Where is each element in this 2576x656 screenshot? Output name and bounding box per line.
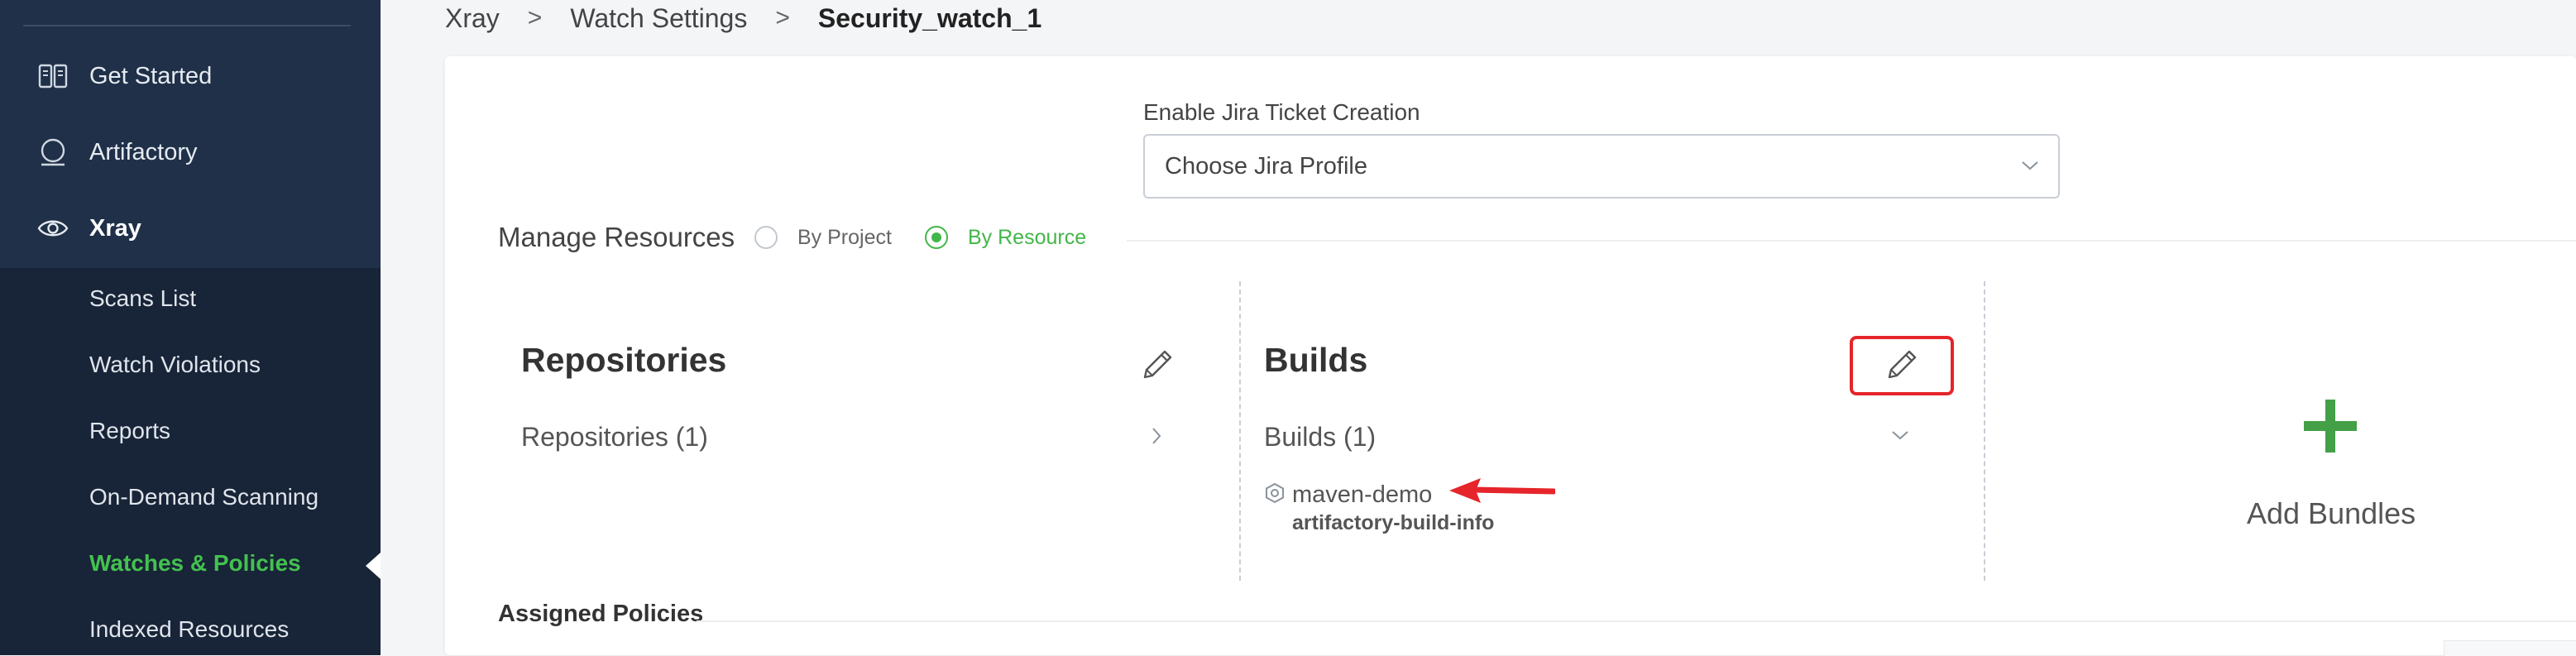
page-title: Security_watch_1: [817, 2, 1042, 33]
breadcrumb: Xray > Watch Settings > Security_watch_1: [445, 0, 1041, 36]
xray-submenu: [0, 268, 381, 655]
book-icon: [36, 60, 69, 93]
sidebar-item-label: Xray: [89, 214, 141, 242]
chevron-right-icon[interactable]: [1148, 425, 1165, 451]
manage-resources-label: Manage Resources: [498, 222, 735, 252]
radio-by-project[interactable]: [754, 226, 778, 249]
repositories-count[interactable]: Repositories (1): [521, 422, 708, 452]
sidebar-item-label: Artifactory: [89, 138, 198, 165]
chevron-down-icon: [2020, 156, 2040, 180]
radio-by-resource[interactable]: [925, 226, 948, 249]
sidebar-subitem-watch-violations[interactable]: Watch Violations: [89, 352, 261, 378]
sidebar-subitem-on-demand-scanning[interactable]: On-Demand Scanning: [89, 484, 318, 510]
breadcrumb-xray[interactable]: Xray: [445, 3, 500, 34]
sidebar-item-xray[interactable]: Xray: [0, 195, 381, 261]
add-bundles-plus-icon[interactable]: [2301, 397, 2359, 459]
chevron-down-icon[interactable]: [1889, 427, 1911, 448]
divider: [1127, 240, 2576, 242]
radio-by-project-label[interactable]: By Project: [797, 226, 892, 250]
breadcrumb-watch-settings[interactable]: Watch Settings: [570, 3, 747, 34]
highlight-annotation: [1850, 336, 1954, 395]
sidebar-item-artifactory[interactable]: Artifactory: [0, 119, 381, 185]
add-bundles-button[interactable]: Add Bundles: [2247, 496, 2416, 531]
sidebar-item-label: Get Started: [89, 62, 213, 89]
chevron-right-icon: >: [775, 4, 790, 31]
builds-title: Builds: [1264, 341, 1368, 379]
jira-label: Enable Jira Ticket Creation: [1143, 99, 1420, 125]
sidebar-divider: [23, 25, 351, 26]
sidebar: Get Started Artifactory Xray Scans List …: [0, 0, 381, 655]
red-arrow-annotation: [1448, 475, 1557, 515]
jira-profile-select[interactable]: Choose Jira Profile: [1143, 134, 2060, 199]
edit-repositories-pencil-icon[interactable]: [1138, 346, 1176, 388]
builds-count[interactable]: Builds (1): [1264, 422, 1376, 452]
eye-icon: [36, 212, 69, 245]
sidebar-subitem-watches-policies[interactable]: Watches & Policies: [89, 550, 301, 577]
chevron-right-icon: >: [527, 4, 543, 31]
assigned-policies-label: Assigned Policies: [498, 601, 704, 627]
sidebar-subitem-reports[interactable]: Reports: [89, 418, 170, 444]
divider: [697, 620, 2576, 622]
repositories-title: Repositories: [521, 341, 727, 379]
sidebar-subitem-scans-list[interactable]: Scans List: [89, 285, 196, 312]
sidebar-subitem-indexed-resources[interactable]: Indexed Resources: [89, 616, 289, 643]
build-item-name[interactable]: maven-demo: [1292, 481, 1432, 509]
sidebar-item-get-started[interactable]: Get Started: [0, 43, 381, 109]
build-icon: [1264, 482, 1286, 508]
panel-corner: [2444, 640, 2576, 656]
radio-by-resource-label[interactable]: By Resource: [968, 226, 1086, 250]
jira-profile-placeholder: Choose Jira Profile: [1165, 152, 1367, 180]
artifactory-icon: [36, 136, 69, 169]
column-divider: [1239, 281, 1241, 581]
selected-indicator: [366, 553, 381, 579]
column-divider: [1984, 281, 1985, 581]
